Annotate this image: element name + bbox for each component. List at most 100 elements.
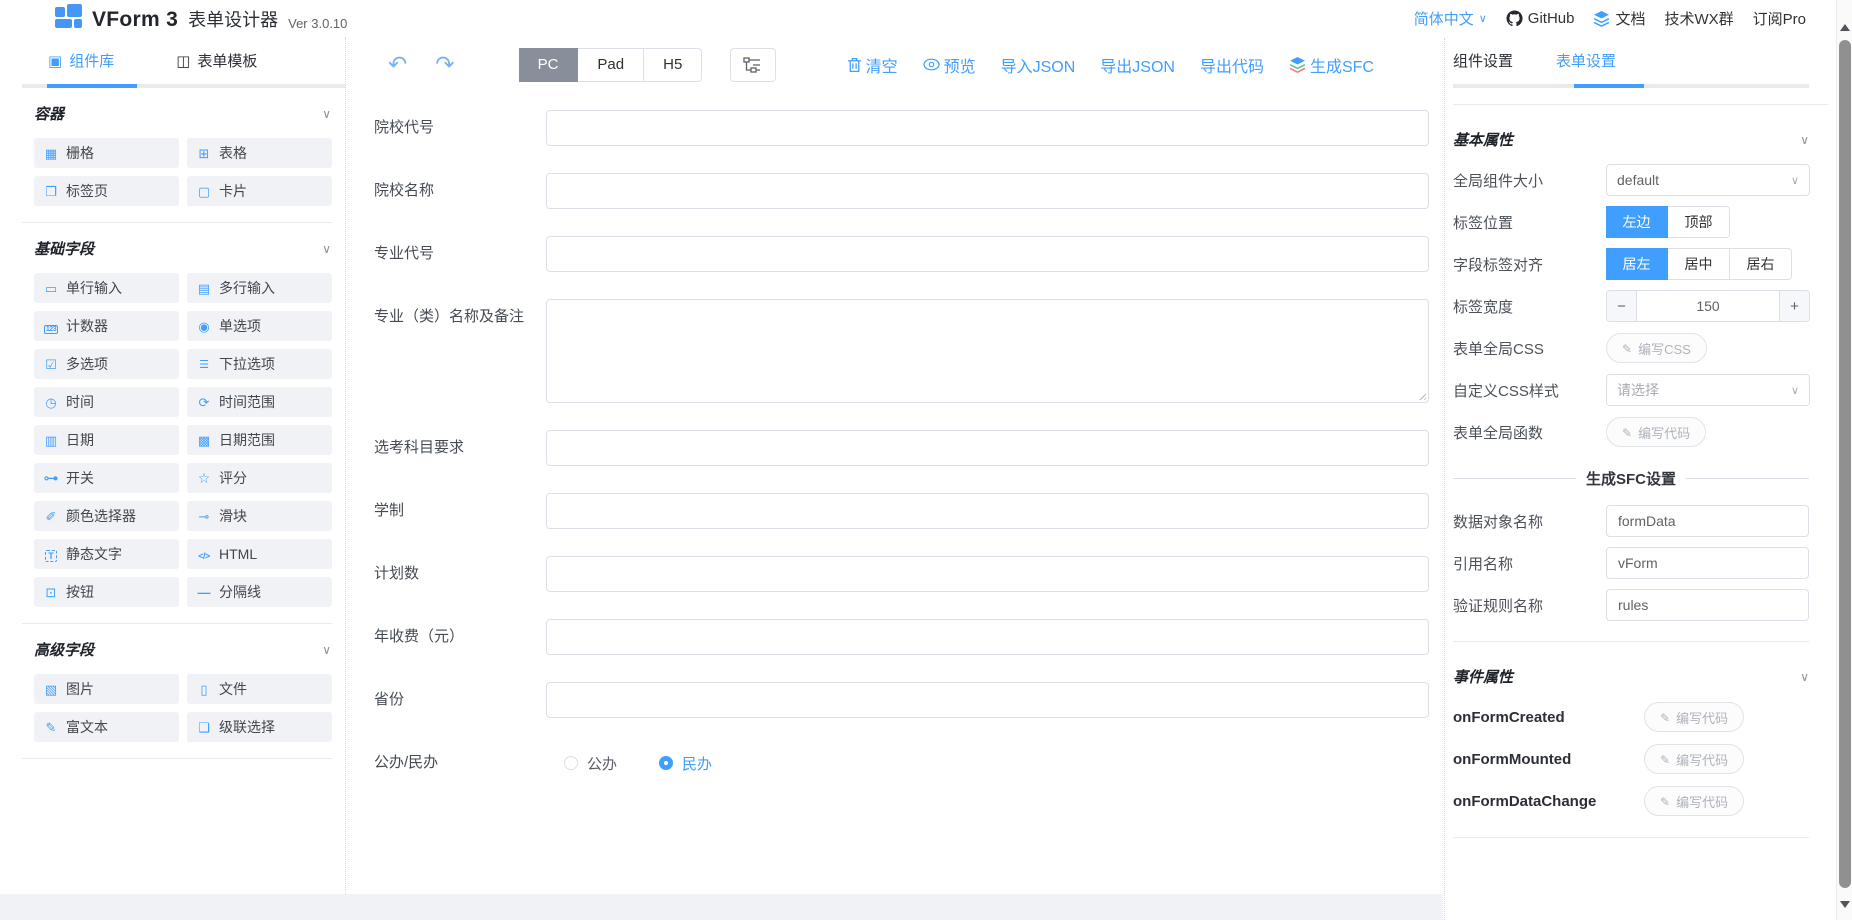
- generate-sfc-button[interactable]: 生成SFC: [1289, 53, 1374, 77]
- form-field-row[interactable]: 公办/民办 公办 民办: [374, 745, 1444, 781]
- component-item[interactable]: 表格: [187, 138, 332, 168]
- textarea-input[interactable]: [546, 299, 1429, 403]
- docs-link[interactable]: 文档: [1593, 8, 1645, 29]
- component-item[interactable]: 滑块: [187, 501, 332, 531]
- component-item[interactable]: 单选项: [187, 311, 332, 341]
- panel-divider: [1453, 837, 1809, 838]
- app-subtitle: 表单设计器: [188, 6, 278, 32]
- export-code-button[interactable]: 导出代码: [1200, 53, 1264, 77]
- edit-event-code-button[interactable]: 编写代码: [1644, 786, 1744, 816]
- section-header-advanced-fields[interactable]: 高级字段 ∨: [0, 624, 345, 670]
- text-input[interactable]: [546, 110, 1429, 146]
- device-tab[interactable]: Pad: [578, 48, 644, 82]
- text-input[interactable]: [546, 682, 1429, 718]
- form-field-row[interactable]: 专业代号: [374, 236, 1444, 272]
- form-field-row[interactable]: 年收费（元）: [374, 619, 1444, 655]
- text-input[interactable]: vForm: [1606, 547, 1809, 579]
- form-field-row[interactable]: 学制: [374, 493, 1444, 529]
- component-item[interactable]: 级联选择: [187, 712, 332, 742]
- component-item[interactable]: 评分: [187, 463, 332, 493]
- preview-button[interactable]: 预览: [923, 53, 976, 77]
- segment-option[interactable]: 顶部: [1668, 206, 1730, 238]
- plus-icon[interactable]: +: [1779, 291, 1809, 321]
- settings-tab[interactable]: 组件设置: [1453, 50, 1513, 71]
- text-input[interactable]: [546, 236, 1429, 272]
- text-input[interactable]: [546, 619, 1429, 655]
- text-input[interactable]: rules: [1606, 589, 1809, 621]
- page-scrollbar[interactable]: [1836, 0, 1852, 920]
- segment-option[interactable]: 居右: [1730, 248, 1792, 280]
- form-field-row[interactable]: 院校名称: [374, 173, 1444, 209]
- edit-event-code-button[interactable]: 编写代码: [1644, 702, 1744, 732]
- component-item[interactable]: HTML: [187, 539, 332, 569]
- text-input[interactable]: [546, 173, 1429, 209]
- segment-option[interactable]: 居中: [1668, 248, 1730, 280]
- device-tab[interactable]: PC: [519, 48, 579, 82]
- field-label: 选考科目要求: [374, 430, 546, 466]
- form-field-row[interactable]: 专业（类）名称及备注: [374, 299, 1444, 403]
- component-item[interactable]: 多行输入: [187, 273, 332, 303]
- component-item[interactable]: 静态文字: [34, 539, 179, 569]
- component-item[interactable]: 按钮: [34, 577, 179, 607]
- form-field-row[interactable]: 院校代号: [374, 110, 1444, 146]
- component-item[interactable]: 时间: [34, 387, 179, 417]
- text-input[interactable]: formData: [1606, 505, 1809, 537]
- component-item[interactable]: 下拉选项: [187, 349, 332, 379]
- radio-option[interactable]: 公办: [564, 753, 617, 774]
- section-header-basic-fields[interactable]: 基础字段 ∨: [0, 223, 345, 269]
- label-width-value[interactable]: 150: [1637, 291, 1779, 321]
- global-size-select[interactable]: default ∨: [1606, 164, 1810, 196]
- segment-option[interactable]: 居左: [1606, 248, 1668, 280]
- edit-event-code-button[interactable]: 编写代码: [1644, 744, 1744, 774]
- subscribe-pro-link[interactable]: 订阅Pro: [1753, 8, 1806, 29]
- event-rows: onFormCreated 编写代码 onFormMounted 编写代码: [1453, 701, 1809, 817]
- custom-css-class-select[interactable]: 请选择 ∨: [1606, 374, 1810, 406]
- edit-css-button[interactable]: 编写CSS: [1606, 333, 1707, 363]
- widget-panel-tab[interactable]: 表单模板: [176, 50, 257, 71]
- scroll-down-arrow-icon[interactable]: [1840, 901, 1850, 908]
- radio-option[interactable]: 民办: [659, 753, 712, 774]
- device-tab[interactable]: H5: [644, 48, 702, 82]
- component-item[interactable]: 图片: [34, 674, 179, 704]
- component-item[interactable]: 日期: [34, 425, 179, 455]
- edit-global-functions-button[interactable]: 编写代码: [1606, 417, 1706, 447]
- scrollbar-thumb[interactable]: [1839, 40, 1851, 888]
- component-item[interactable]: 多选项: [34, 349, 179, 379]
- minus-icon[interactable]: −: [1607, 291, 1637, 321]
- form-field-row[interactable]: 选考科目要求: [374, 430, 1444, 466]
- github-link[interactable]: GitHub: [1506, 10, 1575, 27]
- redo-button[interactable]: ↷: [435, 53, 454, 76]
- component-item[interactable]: 计数器: [34, 311, 179, 341]
- event-props-header[interactable]: 事件属性 ∨: [1453, 666, 1809, 687]
- form-canvas[interactable]: 院校代号 院校名称: [346, 92, 1444, 781]
- component-item[interactable]: 卡片: [187, 176, 332, 206]
- text-input[interactable]: [546, 556, 1429, 592]
- component-item[interactable]: 分隔线: [187, 577, 332, 607]
- scroll-up-arrow-icon[interactable]: [1840, 24, 1850, 31]
- component-item[interactable]: 开关: [34, 463, 179, 493]
- component-item[interactable]: 日期范围: [187, 425, 332, 455]
- segment-option[interactable]: 左边: [1606, 206, 1668, 238]
- node-tree-button[interactable]: [730, 48, 776, 82]
- text-input[interactable]: [546, 493, 1429, 529]
- component-item[interactable]: 单行输入: [34, 273, 179, 303]
- export-json-button[interactable]: 导出JSON: [1100, 53, 1175, 77]
- component-item[interactable]: 栅格: [34, 138, 179, 168]
- undo-button[interactable]: ↶: [388, 53, 407, 76]
- component-item[interactable]: 文件: [187, 674, 332, 704]
- import-json-button[interactable]: 导入JSON: [1001, 53, 1076, 77]
- section-header-container[interactable]: 容器 ∨: [0, 88, 345, 134]
- language-select[interactable]: 简体中文 ∨: [1414, 8, 1487, 29]
- clear-button[interactable]: 清空: [847, 53, 898, 77]
- component-item[interactable]: 富文本: [34, 712, 179, 742]
- form-field-row[interactable]: 省份: [374, 682, 1444, 718]
- widget-panel-tab[interactable]: 组件库: [48, 50, 114, 71]
- settings-tab[interactable]: 表单设置: [1556, 50, 1616, 71]
- form-field-row[interactable]: 计划数: [374, 556, 1444, 592]
- text-input[interactable]: [546, 430, 1429, 466]
- component-item[interactable]: 标签页: [34, 176, 179, 206]
- component-item[interactable]: 时间范围: [187, 387, 332, 417]
- basic-props-header[interactable]: 基本属性 ∨: [1453, 129, 1809, 150]
- wx-group-link[interactable]: 技术WX群: [1664, 8, 1733, 29]
- component-item[interactable]: 颜色选择器: [34, 501, 179, 531]
